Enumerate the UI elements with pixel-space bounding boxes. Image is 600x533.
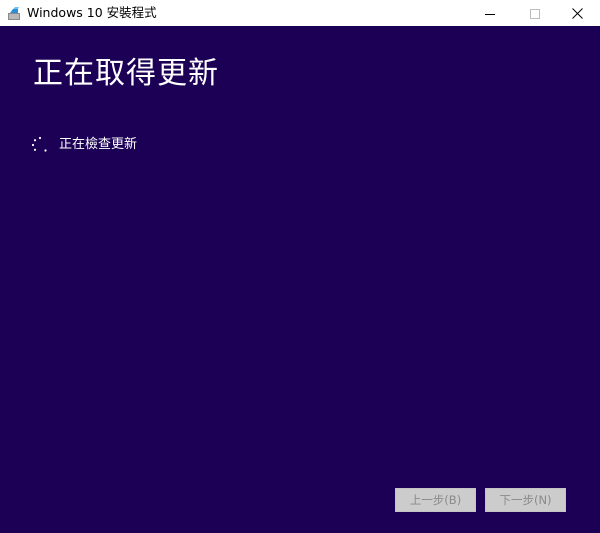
window-title: Windows 10 安裝程式 <box>27 5 157 20</box>
next-button[interactable]: 下一步(N) <box>485 488 566 512</box>
setup-app-icon <box>7 6 21 20</box>
minimize-icon <box>485 4 495 23</box>
back-button[interactable]: 上一步(B) <box>395 488 476 512</box>
status-row: 正在檢查更新 <box>31 135 137 155</box>
close-button[interactable] <box>554 0 600 26</box>
status-text: 正在檢查更新 <box>59 137 138 152</box>
close-icon <box>571 4 583 23</box>
setup-content: 正在取得更新 正在檢查更新 上一步(B) 下一步(N) <box>0 26 600 533</box>
maximize-icon <box>530 4 540 23</box>
minimize-button[interactable] <box>467 0 513 26</box>
title-bar[interactable]: Windows 10 安裝程式 <box>0 0 600 26</box>
page-heading: 正在取得更新 <box>33 56 219 91</box>
loading-spinner-icon <box>31 136 49 154</box>
setup-window: Windows 10 安裝程式 正在取得更新 正在檢查更新 上一步(B) 下一步… <box>0 0 600 533</box>
maximize-button[interactable] <box>512 0 558 26</box>
